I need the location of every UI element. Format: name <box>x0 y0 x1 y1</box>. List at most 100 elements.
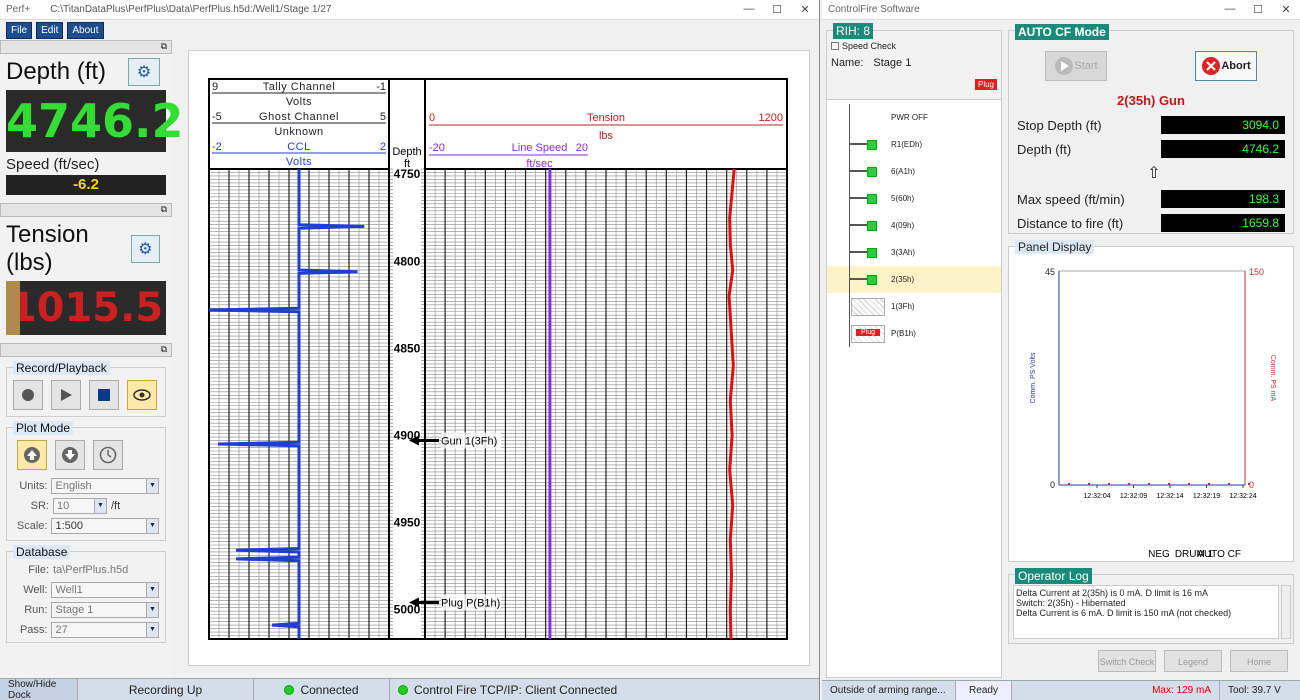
auto-cf-title: AUTO CF Mode <box>1015 24 1109 40</box>
play-icon <box>1055 57 1074 75</box>
cf-app-title: ControlFire Software <box>828 4 920 15</box>
tension-dock-header: ⧉ <box>0 203 172 217</box>
abort-button[interactable]: Abort <box>1195 51 1257 81</box>
view-button[interactable] <box>127 380 157 410</box>
chevron-down-icon[interactable]: ▼ <box>146 519 158 533</box>
switch-tree-item[interactable]: 4(09h) <box>827 212 1001 239</box>
switch-tree-item[interactable]: PWR OFF <box>827 104 1001 131</box>
log-scrollbar[interactable] <box>1281 585 1291 639</box>
record-button[interactable] <box>13 380 43 410</box>
depth-tick-label: 4950 <box>394 515 421 529</box>
pin-icon[interactable]: ⧉ <box>161 204 167 215</box>
units-value: English <box>55 480 92 492</box>
panel-right-max: 150 <box>1249 267 1264 277</box>
switch-tree-item[interactable]: 5(60h) <box>827 185 1001 212</box>
panel-ma-point <box>1128 483 1130 485</box>
stop-button[interactable] <box>89 380 119 410</box>
tree-line-icon <box>849 104 850 131</box>
pin-icon[interactable]: ⧉ <box>161 41 167 52</box>
panel-ma-point <box>1228 483 1230 485</box>
minimize-icon[interactable]: — <box>1216 3 1244 16</box>
maximize-icon[interactable]: ☐ <box>763 3 791 16</box>
distance-fire-label: Distance to fire (ft) <box>1017 215 1124 231</box>
run-select[interactable]: Stage 1 ▼ <box>51 602 159 618</box>
plot-down-button[interactable] <box>55 440 85 470</box>
left-header-min: 9 <box>212 81 218 93</box>
close-icon[interactable]: ✕ <box>791 3 819 16</box>
units-select[interactable]: English ▼ <box>51 478 159 494</box>
switch-tree-item[interactable]: R1(EDh) <box>827 131 1001 158</box>
speed-check-label: Speed Check <box>842 41 897 51</box>
depth-panel-label: Depth (ft) ⚙ <box>0 54 172 90</box>
perf-app-title: Perf+ <box>6 4 31 15</box>
stop-icon <box>98 389 110 401</box>
depth-gear-icon[interactable]: ⚙ <box>128 58 160 86</box>
max-speed-value: 198.3 <box>1161 190 1285 208</box>
log-line: Delta Current at 2(35h) is 0 mA. D limit… <box>1016 588 1209 598</box>
sr-unit: /ft <box>111 500 121 512</box>
menu-edit[interactable]: Edit <box>36 21 64 39</box>
chevron-down-icon[interactable]: ▼ <box>94 499 106 513</box>
pin-icon[interactable]: ⧉ <box>161 344 167 355</box>
switch-tree-item[interactable]: 6(A1h) <box>827 158 1001 185</box>
log-line: Delta Current is 6 mA. D limit is 150 mA… <box>1016 608 1232 618</box>
depth-label: Depth (ft) <box>6 58 107 85</box>
cf-fields: Stop Depth (ft) 3094.0 Depth (ft) 4746.2 ⇧… <box>1009 113 1293 235</box>
sr-select[interactable]: 10 ▼ <box>53 498 107 514</box>
tool-voltage-status: Tool: 39.7 V <box>1228 685 1281 696</box>
panel-left-min: 0 <box>1050 480 1055 490</box>
plot-up-button[interactable] <box>17 440 47 470</box>
switch-tree-item[interactable]: 1(3Fh) <box>827 293 1001 320</box>
switch-tree-item[interactable]: Plug P(B1h) <box>827 320 1001 347</box>
tension-gear-icon[interactable]: ⚙ <box>130 235 160 263</box>
chevron-down-icon[interactable]: ▼ <box>146 603 158 617</box>
menu-about[interactable]: About <box>67 21 104 39</box>
scale-select[interactable]: 1:500 ▼ <box>51 518 159 534</box>
panel-footer-label: NEG <box>1148 549 1170 560</box>
pass-select[interactable]: 27 ▼ <box>51 622 159 638</box>
speed-min: -20 <box>429 142 445 154</box>
tension-value: 1015.5 <box>8 285 164 331</box>
switch-tree-item[interactable]: 2(35h) <box>827 266 1001 293</box>
record-icon <box>22 389 34 401</box>
chevron-down-icon[interactable]: ▼ <box>146 583 158 597</box>
legend-button[interactable]: Legend <box>1164 650 1222 672</box>
well-select[interactable]: Well1 ▼ <box>51 582 159 598</box>
chevron-down-icon[interactable]: ▼ <box>146 623 158 637</box>
switch-tree-label: 3(3Ah) <box>891 248 916 257</box>
maximize-icon[interactable]: ☐ <box>1244 3 1272 16</box>
switch-check-button[interactable]: Switch Check <box>1098 650 1156 672</box>
play-button[interactable] <box>51 380 81 410</box>
max-current-status: Max: 129 mA <box>1012 681 1220 700</box>
stop-depth-row: Stop Depth (ft) 3094.0 <box>1009 113 1293 137</box>
switch-tree-label: P(B1h) <box>891 329 916 338</box>
panel-display-chart: 4501500Comm. PS Volts Comm. PS mA12:32:04… <box>1030 267 1276 560</box>
show-hide-dock-button[interactable]: Show/Hide Dock <box>0 679 78 700</box>
speed-check-checkbox[interactable] <box>831 42 839 50</box>
cf-titlebar: ControlFire Software — ☐ ✕ <box>822 0 1300 20</box>
plot-time-button[interactable] <box>93 440 123 470</box>
ready-status: Ready <box>956 681 1012 700</box>
tree-line-icon <box>849 320 850 347</box>
pass-value: 27 <box>55 624 68 636</box>
home-button[interactable]: Home <box>1230 650 1288 672</box>
depth-value: 4746.2 <box>6 90 184 152</box>
record-playback-title: Record/Playback <box>13 361 110 375</box>
tension-panel-label: Tension (lbs) ⚙ <box>0 217 172 281</box>
close-icon[interactable]: ✕ <box>1272 3 1300 16</box>
switch-tree-item[interactable]: 3(3Ah) <box>827 239 1001 266</box>
cf-depth-label: Depth (ft) <box>1017 141 1072 157</box>
start-button[interactable]: Start <box>1045 51 1107 81</box>
left-header-max: 5 <box>380 111 386 123</box>
arrow-up-icon <box>24 447 40 463</box>
tension-name: Tension <box>587 112 625 124</box>
left-header-max: -1 <box>376 81 386 93</box>
left-header-name: Volts <box>286 96 312 108</box>
minimize-icon[interactable]: — <box>735 3 763 16</box>
log-chart[interactable]: 9 Tally Channel -1 Volts -5 Ghost Channel 5 Unk… <box>189 51 811 667</box>
record-playback-group: Record/Playback <box>6 361 166 417</box>
menu-file[interactable]: File <box>6 21 33 39</box>
panel-time-label: 12:32:04 <box>1083 493 1110 500</box>
distance-fire-row: Distance to fire (ft) 1659.8 <box>1009 211 1293 235</box>
chevron-down-icon[interactable]: ▼ <box>146 479 158 493</box>
